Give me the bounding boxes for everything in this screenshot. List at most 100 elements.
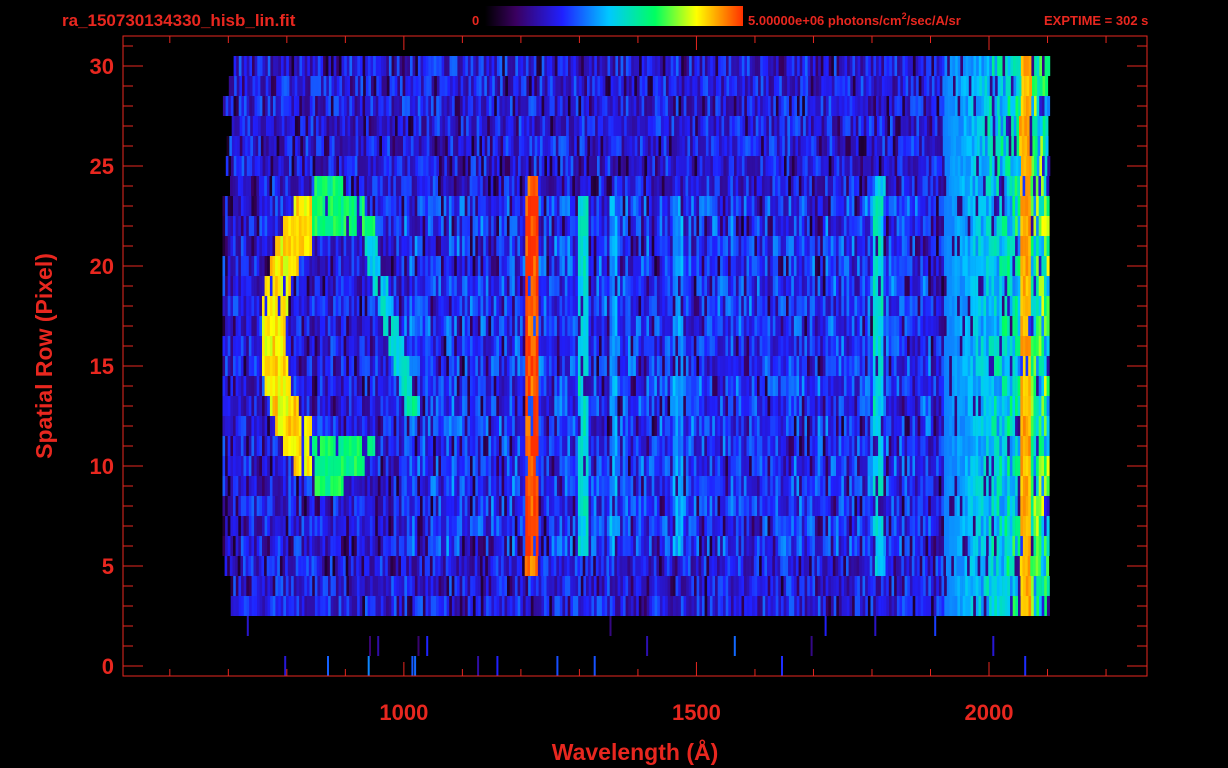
heatmap-cell [807, 536, 810, 556]
heatmap-cell [338, 396, 342, 416]
heatmap-cell [630, 416, 634, 436]
heatmap-cell [772, 376, 776, 396]
heatmap-cell [301, 356, 305, 376]
heatmap-cell [954, 456, 958, 476]
heatmap-cell [459, 516, 463, 536]
heatmap-cell [1007, 336, 1011, 356]
heatmap-cell [457, 596, 461, 616]
heatmap-cell [583, 496, 587, 516]
heatmap-cell [1041, 516, 1045, 536]
heatmap-cell [491, 296, 495, 316]
heatmap-cell [472, 316, 476, 336]
heatmap-cell [823, 576, 826, 596]
heatmap-cell [986, 436, 990, 456]
heatmap-cell [522, 296, 526, 316]
heatmap-cell [828, 596, 832, 616]
heatmap-cell [238, 476, 242, 496]
heatmap-cell [872, 516, 876, 536]
heatmap-cell [448, 536, 452, 556]
heatmap-cell [651, 296, 655, 316]
heatmap-cell [1028, 436, 1032, 456]
heatmap-cell [691, 416, 695, 436]
heatmap-cell [599, 456, 602, 476]
heatmap-cell [944, 336, 947, 356]
heatmap-cell [1009, 436, 1013, 456]
heatmap-cell [406, 356, 410, 376]
heatmap-cell [670, 296, 674, 316]
heatmap-cell [509, 336, 513, 356]
heatmap-cell [838, 536, 842, 556]
heatmap-cell [728, 396, 731, 416]
heatmap-cell [267, 476, 271, 496]
heatmap-cell [749, 536, 753, 556]
heatmap-cell [999, 596, 1003, 616]
heatmap-cell [430, 576, 434, 596]
heatmap-cell [693, 516, 697, 536]
heatmap-cell [615, 576, 618, 596]
heatmap-cell [803, 556, 807, 576]
heatmap-cell [583, 576, 587, 596]
heatmap-cell [793, 496, 797, 516]
heatmap-cell [601, 596, 605, 616]
heatmap-cell [922, 336, 926, 356]
heatmap-cell [254, 296, 258, 316]
heatmap-cell [707, 356, 710, 376]
heatmap-cell [741, 516, 745, 536]
heatmap-cell [749, 356, 753, 376]
heatmap-cell [980, 536, 984, 556]
heatmap-cell [643, 516, 647, 536]
heatmap-cell [870, 576, 874, 596]
heatmap-cell [556, 476, 560, 496]
heatmap-cell [709, 296, 713, 316]
heatmap-cell [1001, 396, 1005, 416]
heatmap-cell [683, 336, 687, 356]
heatmap-cell [922, 476, 926, 496]
heatmap-cell [641, 576, 645, 596]
heatmap-cell [290, 516, 294, 536]
heatmap-cell [699, 396, 703, 416]
heatmap-cell [875, 296, 879, 316]
heatmap-cell [799, 516, 803, 536]
heatmap-cell [651, 496, 655, 516]
heatmap-cell [865, 296, 868, 316]
heatmap-cell [920, 456, 924, 476]
heatmap-cell [406, 436, 410, 456]
heatmap-cell [849, 396, 853, 416]
heatmap-cell [446, 516, 450, 536]
heatmap-cell [696, 476, 700, 496]
heatmap-cell [843, 316, 847, 336]
heatmap-cell [915, 436, 918, 456]
heatmap-cell [401, 536, 405, 556]
heatmap-cell [585, 296, 589, 316]
heatmap-cell [398, 356, 402, 376]
heatmap-cell [836, 516, 839, 536]
heatmap-cell [780, 376, 784, 396]
heatmap-cell [264, 496, 268, 516]
heatmap-cell [225, 476, 229, 496]
heatmap-cell [488, 376, 492, 396]
heatmap-cell [391, 416, 394, 436]
heatmap-cell [306, 496, 310, 516]
heatmap-cell [699, 436, 703, 456]
heatmap-cell [728, 316, 731, 336]
heatmap-cell [443, 456, 447, 476]
heatmap-cell [972, 516, 976, 536]
heatmap-cell [235, 496, 239, 516]
heatmap-cell [899, 296, 903, 316]
heatmap-cell [530, 416, 534, 436]
heatmap-cell [991, 516, 995, 536]
heatmap-cell [280, 376, 284, 396]
heatmap-cell [817, 516, 821, 536]
heatmap-cell [630, 576, 634, 596]
heatmap-cell [514, 576, 518, 596]
heatmap-cell [730, 536, 734, 556]
heatmap-cell [493, 376, 497, 396]
heatmap-cell [551, 596, 555, 616]
heatmap-cell [230, 316, 234, 336]
heatmap-cell [735, 316, 739, 336]
heatmap-cell [503, 556, 507, 576]
heatmap-cell [719, 556, 723, 576]
heatmap-cell [656, 336, 660, 356]
heatmap-cell [972, 456, 976, 476]
heatmap-cell [414, 376, 418, 396]
